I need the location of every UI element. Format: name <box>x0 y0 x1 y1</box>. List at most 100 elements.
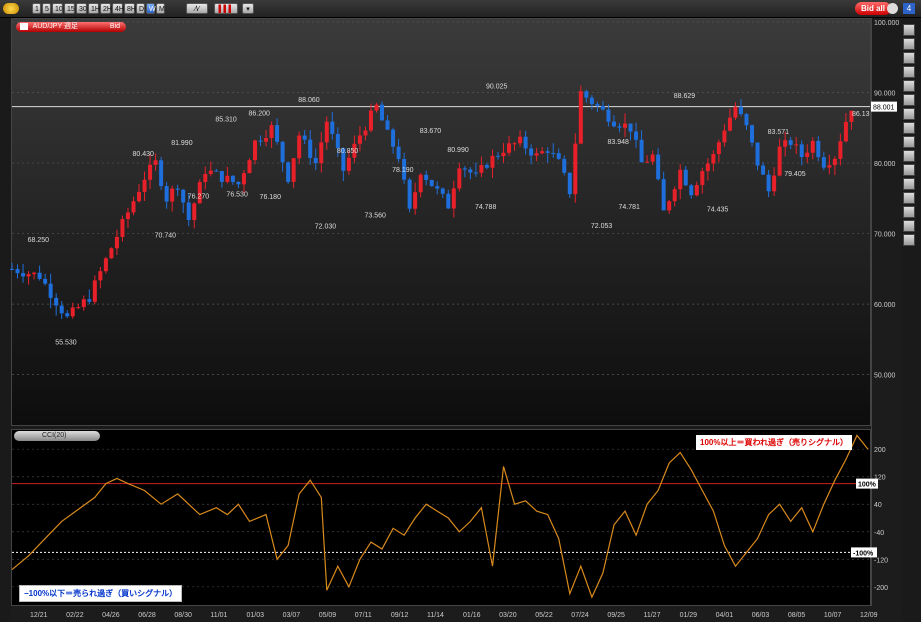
candle-body <box>203 174 208 183</box>
candle-body <box>750 125 755 143</box>
candle-body <box>81 299 86 308</box>
candle-body <box>462 168 467 170</box>
candle-body <box>424 174 429 180</box>
candle-body <box>380 104 385 121</box>
candle-body <box>484 165 489 168</box>
candle-body <box>518 136 523 144</box>
candle-body <box>584 91 589 98</box>
candle-body <box>280 141 285 163</box>
time-tick-label: 11/01 <box>210 612 227 619</box>
candle-body <box>225 175 230 182</box>
candle-body <box>440 188 445 194</box>
candle-body <box>148 164 153 180</box>
candle-body <box>98 271 103 281</box>
candle-body <box>252 140 257 161</box>
candle-body <box>131 201 136 213</box>
candle-body <box>363 130 368 136</box>
candle-body <box>374 104 379 111</box>
candle-body <box>391 129 396 147</box>
oversold-note: −100%以下＝売られ過ぎ（買いシグナル） <box>19 585 183 602</box>
time-tick-label: 08/05 <box>788 612 806 619</box>
candle-body <box>330 121 335 134</box>
candle-body <box>385 120 390 130</box>
price-annotation: 76.530 <box>226 192 248 199</box>
candle-body <box>70 307 75 317</box>
price-tick-label: 50.000 <box>874 373 896 380</box>
candle-body <box>843 121 848 142</box>
last-price-annotation: 86.13 <box>852 111 870 118</box>
cci-tick-labels: 20012040-40-120-200100%-100% <box>851 447 888 592</box>
price-annotation: 55.530 <box>55 340 77 347</box>
candle-body <box>534 153 539 156</box>
candle-body <box>357 135 362 144</box>
candle-body <box>650 154 655 162</box>
candle-body <box>733 106 738 118</box>
time-tick-label: 01/03 <box>247 612 265 619</box>
candle-body <box>678 169 683 190</box>
price-annotation: 88.060 <box>298 97 320 104</box>
time-tick-label: 01/16 <box>463 612 481 619</box>
symbol-side: Bid <box>109 23 120 30</box>
candle-body <box>153 160 158 165</box>
candle-body <box>667 201 672 211</box>
candle-body <box>87 299 92 302</box>
candle-body <box>446 193 451 209</box>
candle-body <box>700 171 705 186</box>
candle-body <box>297 135 302 159</box>
price-annotation: 80.990 <box>447 147 469 154</box>
candle-body <box>275 125 280 142</box>
candle-body <box>59 305 64 314</box>
candle-body <box>495 155 500 157</box>
candle-body <box>694 185 699 196</box>
candle-body <box>346 157 351 171</box>
candle-body <box>396 146 401 160</box>
current-price-label: 88.001 <box>873 105 895 112</box>
candle-body <box>125 212 130 220</box>
candle-body <box>54 297 59 306</box>
candle-body <box>76 307 81 309</box>
price-annotation: 72.053 <box>591 223 613 230</box>
cci-tab[interactable]: CCI(20) <box>14 431 100 441</box>
candle-body <box>319 142 324 164</box>
candle-body <box>661 179 666 211</box>
cci-tick-label: -120 <box>874 557 888 564</box>
candle-body <box>32 272 37 275</box>
candle-body <box>567 172 572 195</box>
candle-body <box>302 135 307 140</box>
time-tick-label: 04/01 <box>716 612 734 619</box>
candle-body <box>37 272 42 279</box>
candle-body <box>672 189 677 202</box>
candle-body <box>595 104 600 106</box>
time-tick-label: 05/09 <box>319 612 337 619</box>
candle-body <box>407 179 412 209</box>
chart-canvas[interactable]: 68.250 55.530 80.430 70.740 81.990 76.270 85.3… <box>0 0 921 622</box>
candle-body <box>788 140 793 145</box>
candle-body <box>368 110 373 131</box>
time-tick-label: 09/25 <box>607 612 625 619</box>
time-tick-label: 03/20 <box>499 612 517 619</box>
cci-tick-label: -40 <box>874 530 884 537</box>
price-annotation: 72.030 <box>315 223 337 230</box>
candle-body <box>611 121 616 127</box>
candle-body <box>722 130 727 143</box>
candle-body <box>103 258 108 272</box>
time-tick-label: 10/07 <box>824 612 842 619</box>
time-tick-label: 07/11 <box>355 612 372 619</box>
candle-body <box>766 174 771 192</box>
candle-body <box>208 170 213 175</box>
candle-body <box>269 125 274 139</box>
candle-body <box>810 140 815 153</box>
time-tick-label: 12/21 <box>30 612 48 619</box>
time-tick-label: 11/14 <box>427 612 444 619</box>
price-tick-label: 70.000 <box>874 232 896 239</box>
price-annotation: 76.270 <box>188 193 210 200</box>
candle-body <box>832 158 837 166</box>
candle-body <box>21 273 26 277</box>
candle-body <box>181 189 186 203</box>
candle-body <box>264 138 269 142</box>
time-tick-label: 07/24 <box>571 612 589 619</box>
candle-body <box>435 186 440 189</box>
candle-body <box>324 121 329 143</box>
candle-body <box>490 155 495 168</box>
symbol-tab[interactable]: AUD/JPY 週足 Bid <box>16 22 126 32</box>
